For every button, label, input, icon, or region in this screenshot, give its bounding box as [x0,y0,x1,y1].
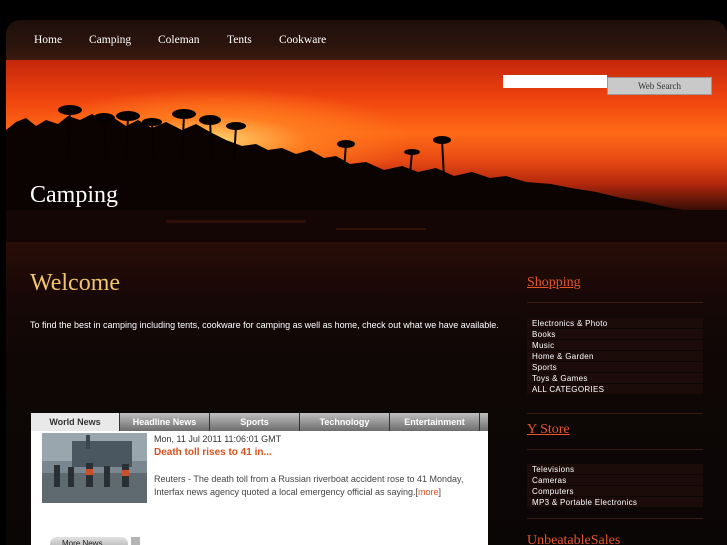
nav-coleman[interactable]: Coleman [158,34,200,46]
shopping-bottom-divider [527,413,703,414]
tab-headline-news[interactable]: Headline News [120,413,210,431]
more-news-button[interactable]: More News [50,537,128,545]
tab-entertainment[interactable]: Entertainment [390,413,480,431]
news-date: Mon, 11 Jul 2011 11:06:01 GMT [154,434,282,444]
rescue-scene-image [42,433,147,503]
nav-home[interactable]: Home [34,34,62,46]
news-headline[interactable]: Death toll rises to 41 in... [154,447,272,458]
news-summary: Reuters - The death toll from a Russian … [154,474,464,497]
shopping-item-all-categories[interactable]: ALL CATEGORIES [527,384,703,395]
ystore-list: Televisions Cameras Computers MP3 & Port… [527,464,703,508]
ystore-item-mp3[interactable]: MP3 & Portable Electronics [527,497,703,508]
shopping-title[interactable]: Shopping [527,275,581,291]
tab-sports[interactable]: Sports [210,413,300,431]
hero-banner: Web Search Camping [6,60,727,242]
ystore-title[interactable]: Y Store [527,422,570,438]
intro-text: To find the best in camping including te… [30,320,499,330]
welcome-heading: Welcome [30,270,121,296]
top-nav: Home Camping Coleman Tents Cookware [6,20,727,60]
shopping-item-toys-games[interactable]: Toys & Games [527,373,703,384]
ystore-bottom-divider [527,518,703,519]
shopping-item-sports[interactable]: Sports [527,362,703,373]
page-frame: Home Camping Coleman Tents Cookware Web … [6,20,727,545]
nav-tents[interactable]: Tents [227,34,252,46]
shopping-item-home-garden[interactable]: Home & Garden [527,351,703,362]
tab-technology[interactable]: Technology [300,413,390,431]
shopping-divider [527,302,703,303]
site-title: Camping [30,182,118,208]
news-summary-text: Reuters - The death toll from a Russian … [154,474,464,497]
ystore-divider [527,449,703,450]
shopping-item-electronics[interactable]: Electronics & Photo [527,318,703,329]
nav-cookware[interactable]: Cookware [279,34,326,46]
nav-camping[interactable]: Camping [89,34,131,46]
ystore-item-computers[interactable]: Computers [527,486,703,497]
news-thumbnail[interactable] [42,433,147,503]
web-search-button[interactable]: Web Search [607,77,712,95]
news-tabs: World News Headline News Sports Technolo… [31,413,488,431]
ystore-item-televisions[interactable]: Televisions [527,464,703,475]
shopping-item-music[interactable]: Music [527,340,703,351]
more-news-arrow[interactable] [131,537,140,545]
shopping-list: Electronics & Photo Books Music Home & G… [527,318,703,395]
ystore-item-cameras[interactable]: Cameras [527,475,703,486]
news-more-link[interactable]: more [418,487,439,497]
tab-world-news[interactable]: World News [31,413,120,431]
shopping-item-books[interactable]: Books [527,329,703,340]
unbeatable-sales-title[interactable]: UnbeatableSales [527,533,620,545]
news-widget: World News Headline News Sports Technolo… [31,413,488,545]
search-input[interactable] [503,75,607,88]
